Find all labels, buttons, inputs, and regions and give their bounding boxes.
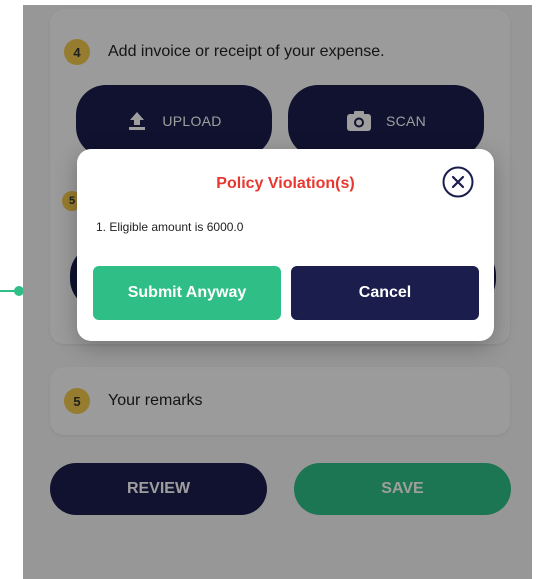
close-button[interactable] (442, 166, 474, 203)
submit-anyway-button[interactable]: Submit Anyway (93, 266, 281, 320)
close-circle-icon (442, 166, 474, 203)
policy-violation-dialog: Policy Violation(s) 1. Eligible amount i… (77, 149, 494, 341)
dialog-title: Policy Violation(s) (216, 175, 355, 192)
violation-message: 1. Eligible amount is 6000.0 (96, 220, 244, 234)
cancel-button[interactable]: Cancel (291, 266, 479, 320)
